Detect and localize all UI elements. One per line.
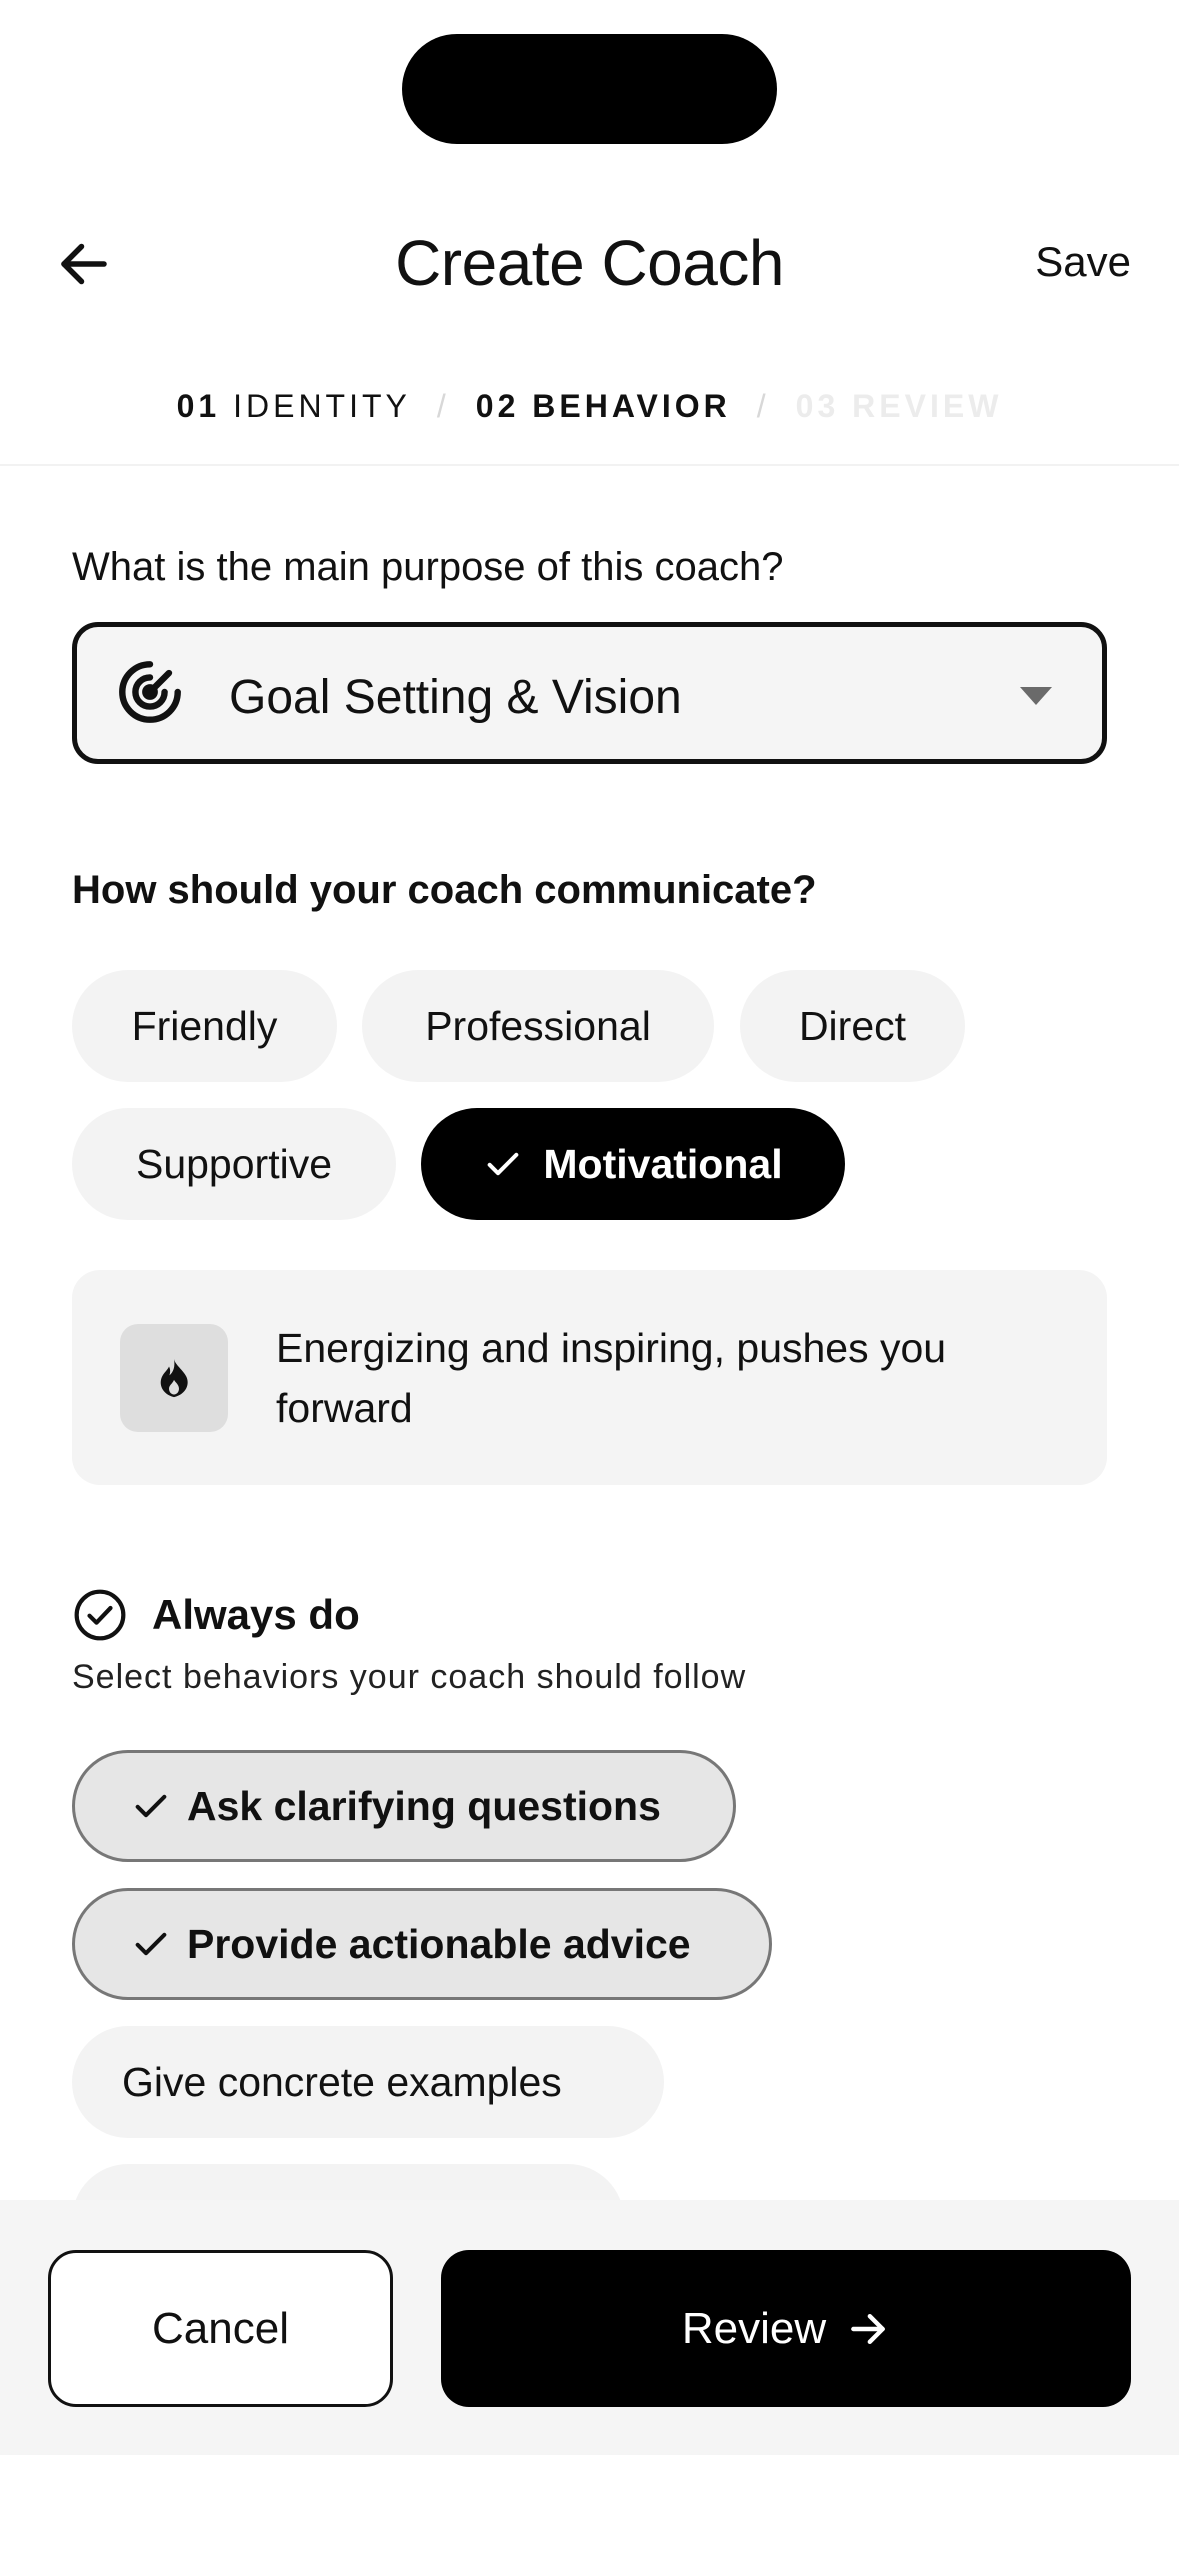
always-do-title: Always do bbox=[152, 1591, 360, 1638]
flame-icon bbox=[160, 1358, 188, 1398]
style-description-card: Energizing and inspiring, pushes you for… bbox=[72, 1270, 1107, 1485]
description-icon-box bbox=[120, 1324, 228, 1432]
step-behavior[interactable]: 02 BEHAVIOR bbox=[450, 388, 757, 425]
step-separator: / bbox=[436, 387, 450, 424]
style-chip-supportive[interactable]: Supportive bbox=[72, 1108, 396, 1220]
step-number: 03 bbox=[795, 387, 840, 424]
page-title: Create Coach bbox=[395, 227, 784, 299]
review-button[interactable]: Review bbox=[441, 2250, 1131, 2407]
header-divider bbox=[0, 464, 1179, 466]
cancel-label: Cancel bbox=[152, 2303, 289, 2353]
step-label: BEHAVIOR bbox=[532, 387, 731, 424]
purpose-question: What is the main purpose of this coach? bbox=[72, 545, 784, 589]
cancel-button[interactable]: Cancel bbox=[48, 2250, 393, 2407]
behavior-chip-give-concrete-examples[interactable]: Give concrete examples bbox=[72, 2026, 664, 2138]
step-label: REVIEW bbox=[852, 387, 1003, 424]
step-indicator: 01 IDENTITY / 02 BEHAVIOR / 03 REVIEW bbox=[0, 378, 1179, 434]
style-chip-direct[interactable]: Direct bbox=[740, 970, 965, 1082]
chip-label: Professional bbox=[425, 1002, 651, 1049]
always-do-header: Always do bbox=[72, 1585, 360, 1645]
style-description: Energizing and inspiring, pushes you for… bbox=[276, 1325, 947, 1431]
communication-question: How should your coach communicate? bbox=[72, 868, 817, 912]
purpose-selected-value: Goal Setting & Vision bbox=[229, 671, 682, 724]
chip-label: Motivational bbox=[543, 1140, 783, 1187]
bottom-action-bar: Cancel Review bbox=[0, 2200, 1179, 2455]
check-icon bbox=[483, 1144, 523, 1184]
step-review[interactable]: 03 REVIEW bbox=[770, 388, 1029, 425]
step-number: 01 bbox=[176, 387, 221, 424]
circle-check-icon bbox=[74, 1589, 126, 1641]
chip-label: Give concrete examples bbox=[122, 2058, 562, 2105]
chip-label: Friendly bbox=[131, 1002, 278, 1049]
chip-label: Supportive bbox=[135, 1140, 332, 1187]
create-coach-screen: Create Coach Save 01 IDENTITY / 02 BEHAV… bbox=[0, 0, 1179, 2556]
save-button[interactable]: Save bbox=[1035, 238, 1131, 286]
caret-down-icon bbox=[1020, 687, 1052, 705]
step-number: 02 bbox=[475, 387, 520, 424]
arrow-right-icon bbox=[846, 2307, 890, 2351]
target-icon bbox=[119, 661, 181, 723]
check-icon bbox=[131, 1786, 171, 1826]
always-do-subtitle: Select behaviors your coach should follo… bbox=[72, 1658, 747, 1696]
chip-label: Provide actionable advice bbox=[187, 1920, 691, 1967]
dynamic-island bbox=[402, 34, 777, 144]
review-label: Review bbox=[681, 2303, 827, 2353]
step-label: IDENTITY bbox=[233, 387, 411, 424]
purpose-select[interactable]: Goal Setting & Vision bbox=[72, 622, 1107, 764]
style-chip-motivational[interactable]: Motivational bbox=[421, 1108, 845, 1220]
chip-label: Ask clarifying questions bbox=[187, 1782, 661, 1829]
check-icon bbox=[131, 1924, 171, 1964]
style-chip-friendly[interactable]: Friendly bbox=[72, 970, 337, 1082]
style-chip-professional[interactable]: Professional bbox=[362, 970, 714, 1082]
step-identity[interactable]: 01 IDENTITY bbox=[151, 388, 437, 425]
behavior-chip-provide-actionable-advice[interactable]: Provide actionable advice bbox=[72, 1888, 772, 2000]
chip-label: Direct bbox=[798, 1002, 907, 1049]
behavior-chip-ask-clarifying-questions[interactable]: Ask clarifying questions bbox=[72, 1750, 736, 1862]
step-separator: / bbox=[756, 387, 770, 424]
header: Create Coach Save bbox=[0, 200, 1179, 325]
